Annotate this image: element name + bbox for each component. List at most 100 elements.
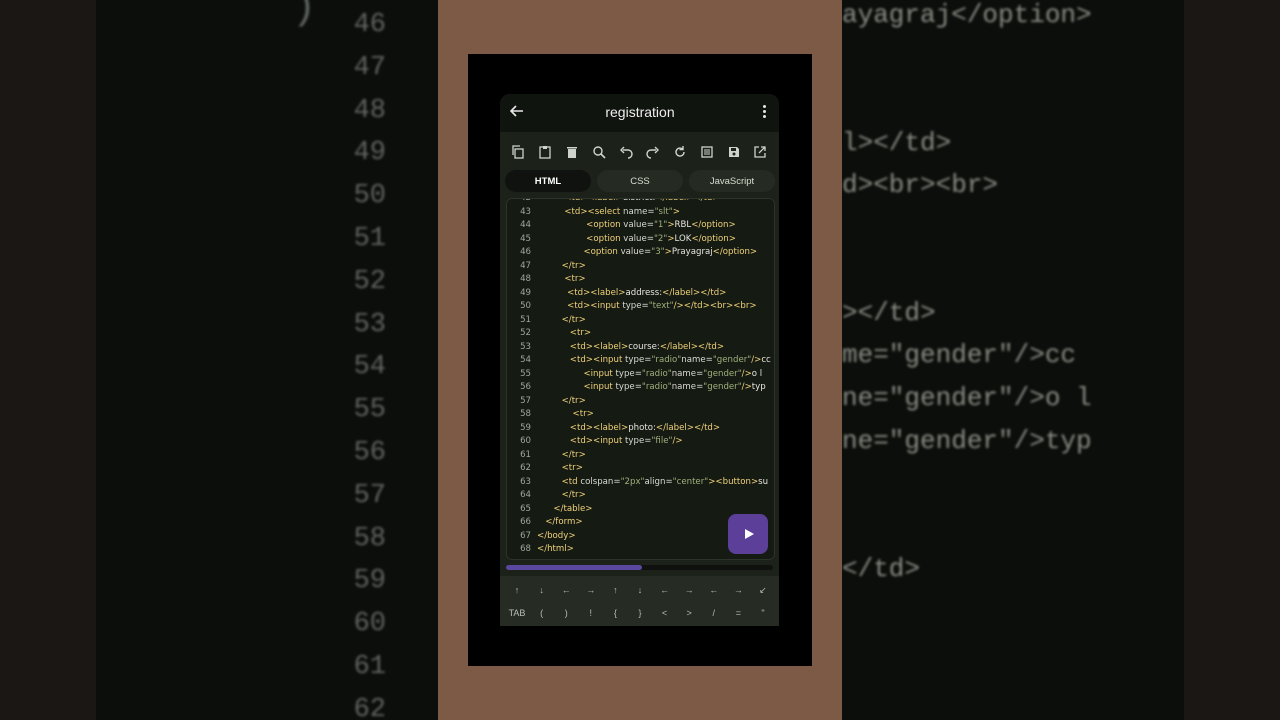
code-line: 65 </table> [507,503,592,517]
language-tabs: HTML CSS JavaScript [505,170,775,192]
paste-icon[interactable] [534,141,556,163]
background-code-fragment: me="gender"/>cc [842,340,1077,370]
back-arrow-icon[interactable] [509,104,528,122]
code-token: <td><label> [564,198,623,203]
code-token: </tr> [561,395,586,406]
extra-key[interactable]: ← [653,585,677,596]
code-line: 50 <td><input type="text"/></td><br><br> [507,300,757,314]
extra-key[interactable]: → [579,585,603,596]
open-external-icon[interactable] [749,141,771,163]
code-token: > [667,233,675,244]
extra-key[interactable]: → [726,585,750,596]
code-token: <option [586,233,624,244]
code-token: /> [741,368,752,379]
code-token: align= [644,476,673,487]
line-number: 64 [520,490,531,500]
tab-html[interactable]: HTML [505,170,591,192]
extra-key[interactable]: ← [554,585,578,596]
extra-key[interactable]: > [677,608,701,618]
line-number: 46 [520,247,531,257]
code-token: "gender" [703,368,742,379]
line-number: 52 [520,328,531,338]
extra-key[interactable]: → [677,585,701,596]
code-token: typ [751,382,766,392]
extra-key[interactable]: " [751,608,775,618]
search-replace-icon[interactable] [588,141,610,163]
extra-key[interactable]: < [653,608,677,618]
code-token: name= [671,368,704,379]
scrollbar-thumb[interactable] [506,565,642,570]
line-number: 47 [520,260,531,271]
background-line-number: 52 [353,266,386,297]
code-token: </option> [691,220,736,230]
code-line: 64 </tr> [507,489,586,503]
tab-javascript[interactable]: JavaScript [689,170,775,192]
code-token: <td><label> [569,422,629,433]
extra-key[interactable]: ↑ [505,585,529,596]
code-token: /> [751,355,762,365]
extra-key[interactable]: ↑ [603,585,627,596]
code-token: "3" [651,247,665,257]
run-button[interactable] [728,514,768,554]
code-token: /> [741,382,752,392]
extra-key[interactable]: ! [579,608,603,618]
code-token: "radio" [641,382,672,392]
extra-key[interactable]: ( [530,608,554,618]
line-number: 48 [520,274,531,284]
extra-key[interactable]: / [702,608,726,618]
extra-key[interactable]: ↓ [628,585,652,596]
code-token: </label></td> [662,287,727,298]
undo-icon[interactable] [615,141,637,163]
background-line-number: 61 [353,651,386,682]
format-icon[interactable] [696,141,718,163]
line-number: 62 [520,463,531,473]
line-number: 66 [520,517,531,527]
extra-key[interactable]: ↓ [530,585,554,596]
code-token: name= [623,206,655,217]
code-line: 56 <input type="radio"name="gender"/>typ [507,381,766,395]
extra-key[interactable]: } [628,608,652,618]
background-line-number: 47 [353,52,386,83]
code-line: 49 <td><label>address:</label></td> [507,287,726,301]
save-icon[interactable] [723,141,745,163]
tab-css[interactable]: CSS [597,170,683,192]
code-token: </label></td> [655,198,720,203]
line-number: 56 [520,382,531,392]
horizontal-scrollbar[interactable] [506,565,773,570]
extra-key[interactable]: = [726,608,750,618]
extra-key[interactable]: ) [554,608,578,618]
code-line: 52 <tr> [507,327,591,341]
code-line: 57 </tr> [507,395,586,409]
code-token: value= [620,247,652,257]
code-token: "2" [653,233,668,244]
background-code-fragment: </td> [842,554,921,584]
code-line: 67 </body> [507,530,576,544]
line-number: 59 [520,422,531,433]
code-token: name= [671,382,704,392]
line-number: 67 [520,530,531,541]
code-line: 61 </tr> [507,449,586,463]
extra-key[interactable]: { [603,608,627,618]
code-token: </label></td> [659,341,725,352]
code-line: 47 </tr> [507,260,586,274]
background-line-number: 62 [353,694,386,720]
extra-key[interactable]: TAB [505,608,529,618]
code-line: 44 <option value="1">RBL</option> [507,219,736,233]
more-vert-icon[interactable] [761,105,767,121]
code-token: <td><input [567,301,623,311]
copy-icon[interactable] [507,141,529,163]
code-token: o l [751,368,763,379]
delete-icon[interactable] [561,141,583,163]
extra-key[interactable]: ↙ [751,585,775,596]
redo-icon[interactable] [642,141,664,163]
extra-key[interactable]: ← [702,585,726,596]
code-editor[interactable]: 42 <td><label>district:</label></td> 43 <… [506,198,775,560]
refresh-icon[interactable] [669,141,691,163]
